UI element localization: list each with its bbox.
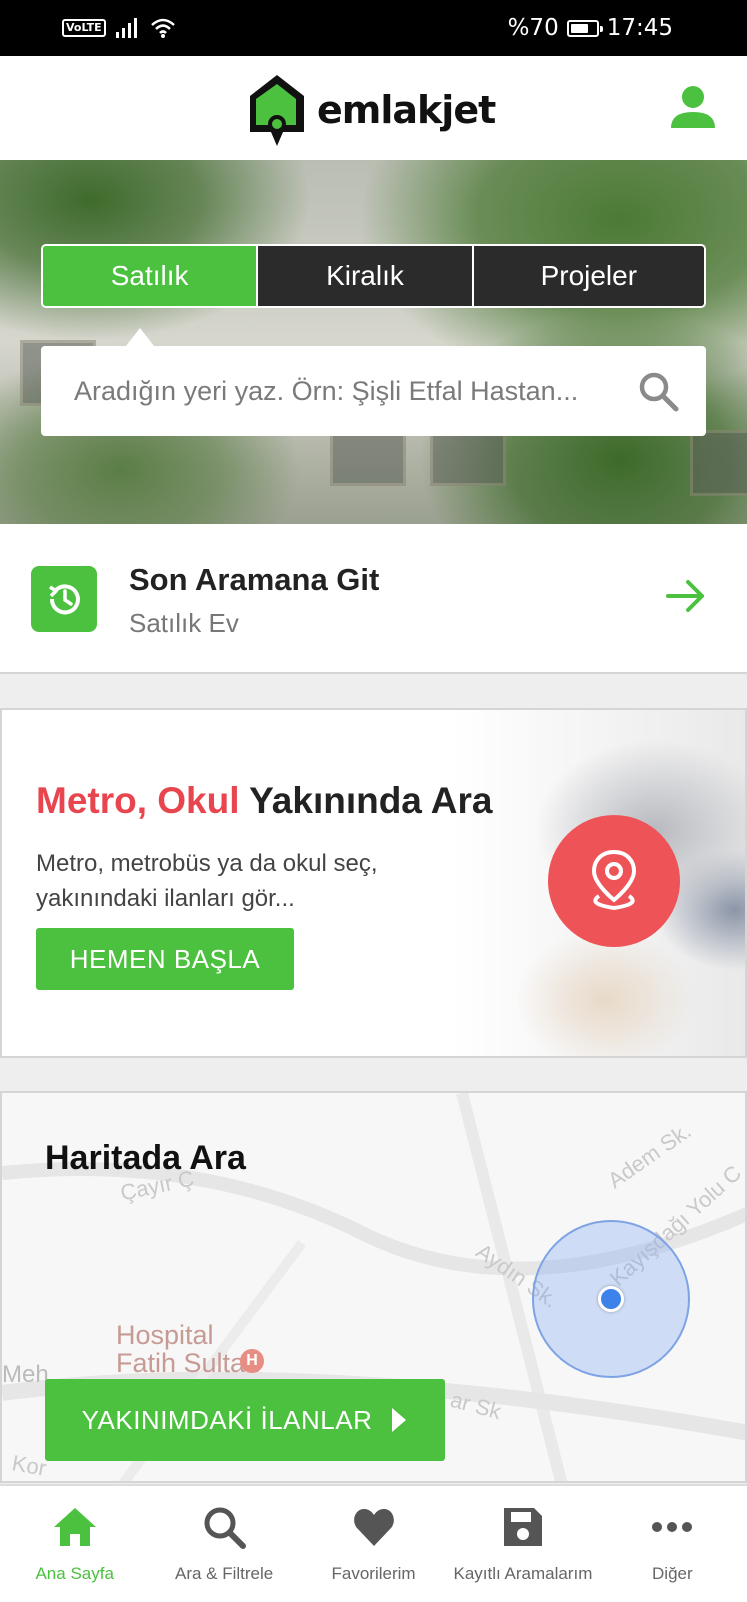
metro-title-highlight: Metro, Okul xyxy=(36,780,240,821)
status-left: VoLTE xyxy=(62,14,176,42)
status-right: %70 17:45 xyxy=(508,12,673,44)
nav-favorites[interactable]: Favorilerim xyxy=(299,1486,448,1602)
nav-search-filter[interactable]: Ara & Filtrele xyxy=(149,1486,298,1602)
battery-percent: %70 xyxy=(507,15,559,41)
hero-banner xyxy=(0,160,747,524)
search-icon xyxy=(204,1507,247,1549)
tab-projeler[interactable]: Projeler xyxy=(473,246,704,306)
hospital-icon: H xyxy=(240,1349,264,1373)
history-icon xyxy=(31,566,97,632)
map-card-title: Haritada Ara xyxy=(45,1139,246,1177)
logo-wordmark: emlakjet xyxy=(317,88,496,132)
street-label: Meh xyxy=(2,1361,49,1388)
listing-type-tabs: Satılık Kiralık Projeler xyxy=(41,244,706,308)
metro-school-card: Metro, Okul Yakınında Ara Metro, metrobü… xyxy=(0,708,747,1058)
tab-caret xyxy=(126,328,154,346)
house-logo-icon xyxy=(250,75,304,146)
nav-saved-searches[interactable]: Kayıtlı Aramalarım xyxy=(448,1486,597,1602)
nearby-listings-button[interactable]: YAKINIMDAKİ İLANLAR xyxy=(45,1379,445,1461)
more-icon xyxy=(652,1522,693,1532)
location-pin-icon xyxy=(591,849,637,911)
metro-card-description: Metro, metrobüs ya da okul seç, yakınınd… xyxy=(36,850,378,912)
start-now-button[interactable]: HEMEN BAŞLA xyxy=(36,928,294,990)
volte-icon: VoLTE xyxy=(62,19,106,37)
nav-label: Diğer xyxy=(652,1564,693,1583)
current-location-dot xyxy=(598,1286,624,1312)
metro-title-rest: Yakınında Ara xyxy=(249,780,493,821)
profile-icon[interactable] xyxy=(668,82,718,132)
nav-label: Ara & Filtrele xyxy=(174,1564,274,1583)
nav-label: Ana Sayfa xyxy=(35,1564,114,1583)
nav-label: Kayıtlı Aramalarım xyxy=(453,1564,593,1583)
nav-home[interactable]: Ana Sayfa xyxy=(0,1486,149,1602)
signal-icon xyxy=(115,18,137,38)
map-search-card[interactable]: Çayır Ç Adem Sk. Kayışdağı Yolu C Aydın … xyxy=(0,1091,747,1483)
app-logo[interactable]: emlakjet xyxy=(247,70,496,150)
search-box xyxy=(41,346,706,436)
save-icon xyxy=(503,1508,542,1546)
tab-kiralik[interactable]: Kiralık xyxy=(258,246,474,306)
search-icon[interactable] xyxy=(636,369,680,413)
battery-level xyxy=(570,23,588,33)
battery-icon xyxy=(566,19,603,37)
status-bar: VoLTE %70 17:45 xyxy=(0,0,747,56)
metro-card-title: Metro, Okul Yakınında Ara xyxy=(36,780,493,822)
nearby-listings-label: YAKINIMDAKİ İLANLAR xyxy=(81,1404,373,1435)
hospital-label: Hospital Fatih Sultan xyxy=(116,1320,261,1378)
clock: 17:45 xyxy=(606,15,673,41)
heart-icon xyxy=(353,1509,394,1546)
nav-label: Favorilerim xyxy=(331,1564,416,1583)
building-window xyxy=(690,430,747,496)
nav-more[interactable]: Diğer xyxy=(598,1486,747,1602)
play-arrow-icon xyxy=(392,1408,407,1432)
bottom-navigation: Ana Sayfa Ara & Filtrele Favorilerim Kay… xyxy=(0,1484,747,1602)
tab-satilik[interactable]: Satılık xyxy=(43,246,259,306)
last-search-subtitle: Satılık Ev xyxy=(129,608,239,638)
last-search-title: Son Aramana Git xyxy=(129,562,380,597)
arrow-right-icon[interactable] xyxy=(664,574,708,618)
home-icon xyxy=(53,1508,96,1546)
app-header: emlakjet xyxy=(0,56,747,160)
wifi-icon xyxy=(150,18,175,38)
location-pin-button[interactable] xyxy=(548,815,680,947)
search-input[interactable] xyxy=(72,374,636,408)
last-search-row[interactable]: Son Aramana Git Satılık Ev xyxy=(0,524,747,674)
